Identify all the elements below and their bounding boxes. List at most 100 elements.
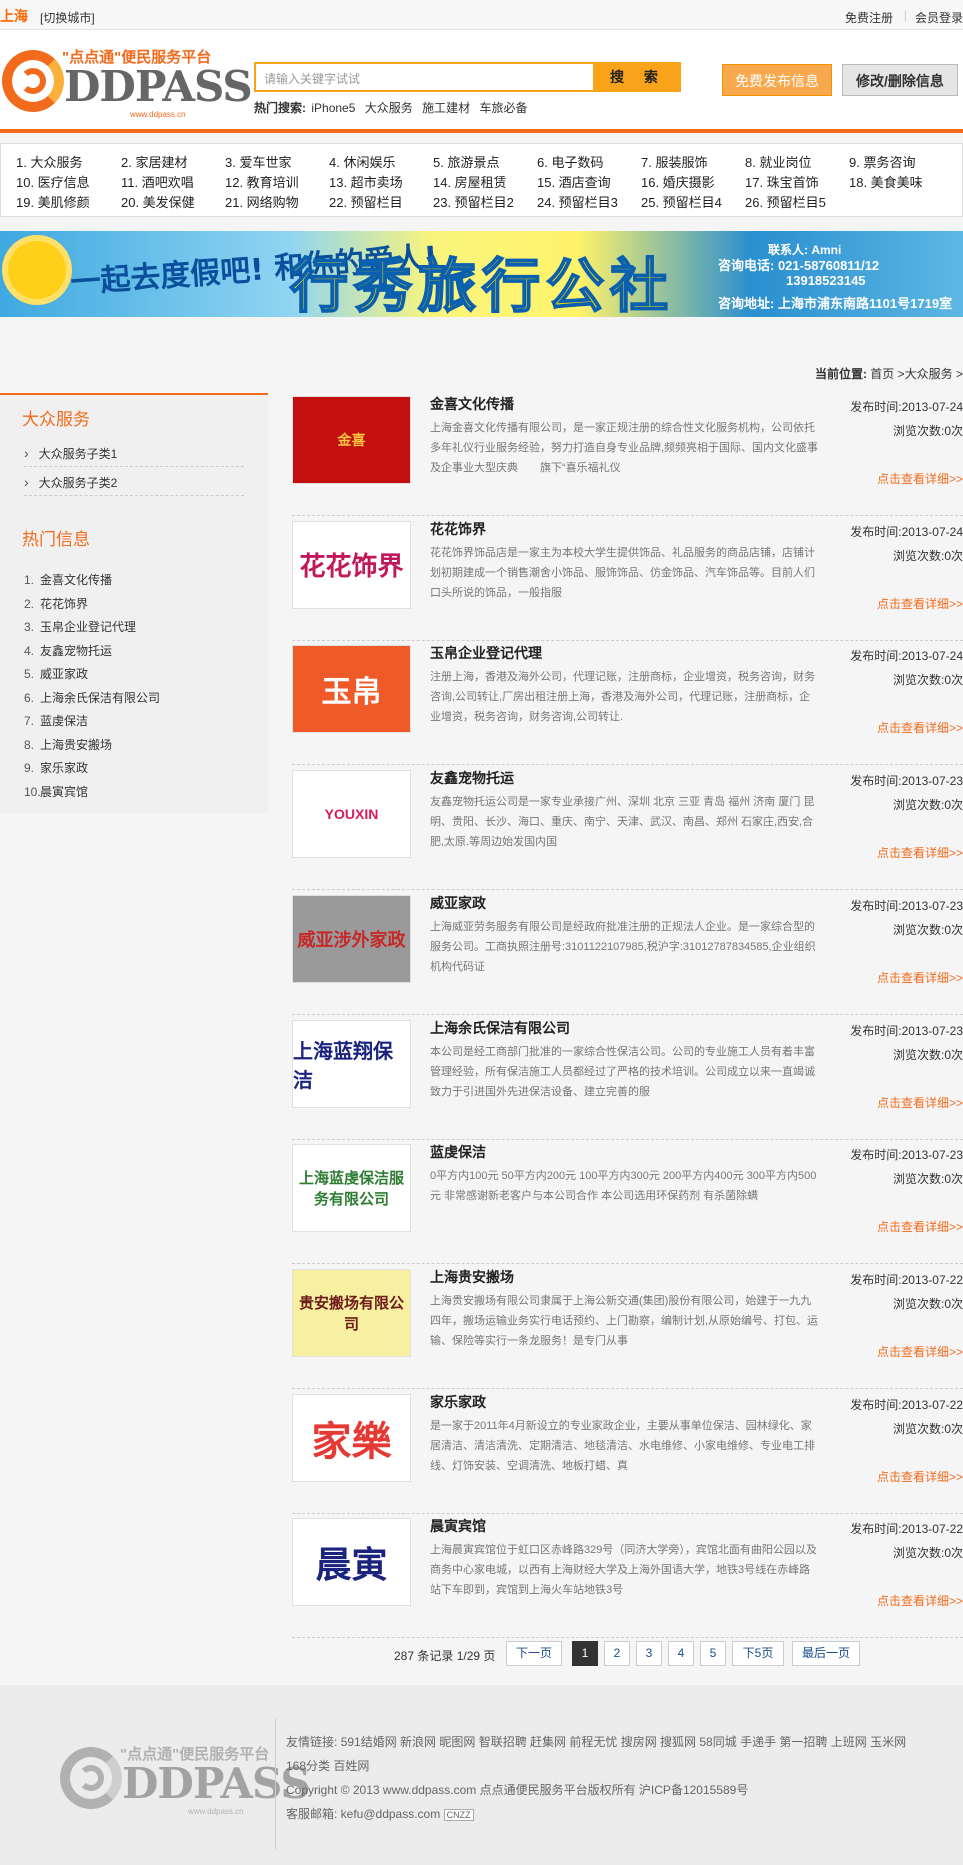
search-input[interactable]: 请输入关键字试试 (254, 62, 595, 92)
category-link[interactable]: 10. 医疗信息 (16, 172, 90, 191)
next-5-pages-button[interactable]: 下5页 (732, 1641, 784, 1666)
hot-search-term[interactable]: 车旅必备 (479, 101, 527, 115)
sidebar-sub-item[interactable]: 大众服务子类2 (24, 468, 244, 496)
hot-search-term[interactable]: iPhone5 (311, 101, 355, 115)
hot-info-label[interactable]: 蓝虔保洁 (40, 714, 88, 728)
detail-link[interactable]: 点击查看详细>> (877, 470, 963, 487)
hot-info-item[interactable]: 3. 玉帛企业登记代理 (24, 618, 136, 635)
listing-thumbnail[interactable]: 贵安搬场有限公司 (292, 1268, 411, 1357)
category-link[interactable]: 12. 教育培训 (225, 172, 299, 191)
hot-info-item[interactable]: 5. 威亚家政 (24, 665, 88, 682)
last-page-button[interactable]: 最后一页 (792, 1641, 860, 1666)
category-link[interactable]: 24. 预留栏目3 (537, 192, 618, 211)
publish-button[interactable]: 免费发布信息 (722, 64, 832, 96)
listing-title[interactable]: 上海余氏保洁有限公司 (430, 1018, 570, 1038)
detail-link[interactable]: 点击查看详细>> (877, 595, 963, 612)
breadcrumb-home[interactable]: 首页 (870, 367, 894, 381)
detail-link[interactable]: 点击查看详细>> (877, 1343, 963, 1360)
hot-search-term[interactable]: 施工建材 (422, 101, 470, 115)
listing-thumbnail[interactable]: 金喜 (292, 396, 411, 484)
friend-links[interactable]: 友情链接: 591结婚网 新浪网 昵图网 智联招聘 赶集网 前程无忧 搜房网 搜… (286, 1733, 906, 1750)
prev-page-button[interactable]: 下一页 (506, 1641, 562, 1666)
hot-info-label[interactable]: 友鑫宠物托运 (40, 644, 112, 658)
category-link[interactable]: 11. 酒吧欢唱 (121, 172, 194, 191)
category-link[interactable]: 7. 服装服饰 (641, 152, 707, 171)
category-link[interactable]: 6. 电子数码 (537, 152, 603, 171)
hot-info-item[interactable]: 6. 上海余氏保洁有限公司 (24, 689, 160, 706)
category-link[interactable]: 4. 休闲娱乐 (329, 152, 395, 171)
breadcrumb-current[interactable]: >大众服务 > (898, 367, 963, 381)
listing-title[interactable]: 家乐家政 (430, 1392, 486, 1412)
page-button[interactable]: 2 (604, 1641, 630, 1666)
category-link[interactable]: 26. 预留栏目5 (745, 192, 826, 211)
switch-city-link[interactable]: [切换城市] (40, 9, 95, 26)
category-link[interactable]: 17. 珠宝首饰 (745, 172, 819, 191)
listing-thumbnail[interactable]: 玉帛 (292, 645, 411, 734)
hot-search-term[interactable]: 大众服务 (365, 101, 413, 115)
register-link[interactable]: 免费注册 (845, 9, 893, 26)
cnzz-badge[interactable]: CNZZ (443, 1809, 474, 1821)
hot-info-label[interactable]: 晨寅宾馆 (40, 785, 88, 799)
sidebar-sub-item[interactable]: 大众服务子类1 (24, 439, 244, 467)
hot-info-label[interactable]: 玉帛企业登记代理 (40, 620, 136, 634)
category-link[interactable]: 13. 超市卖场 (329, 172, 403, 191)
site-logo[interactable]: "点点通"便民服务平台 DDPASS www.ddpass.cn (0, 46, 253, 119)
ad-banner[interactable]: 一起去度假吧! 和你的爱人! 行秀旅行公社 联系人: Amni 咨询电话: 02… (0, 231, 963, 317)
category-link[interactable]: 5. 旅游景点 (433, 152, 499, 171)
category-link[interactable]: 21. 网络购物 (225, 192, 299, 211)
hot-info-label[interactable]: 威亚家政 (40, 667, 88, 681)
detail-link[interactable]: 点击查看详细>> (877, 969, 963, 986)
category-link[interactable]: 3. 爱车世家 (225, 152, 291, 171)
category-link[interactable]: 15. 酒店查询 (537, 172, 611, 191)
listing-title[interactable]: 花花饰界 (430, 519, 486, 539)
listing-title[interactable]: 上海贵安搬场 (430, 1267, 514, 1287)
page-button[interactable]: 4 (668, 1641, 694, 1666)
detail-link[interactable]: 点击查看详细>> (877, 719, 963, 736)
hot-info-label[interactable]: 花花饰界 (40, 597, 88, 611)
page-button[interactable]: 5 (700, 1641, 726, 1666)
listing-thumbnail[interactable]: 花花饰界 (292, 520, 411, 609)
listing-title[interactable]: 友鑫宠物托运 (430, 768, 514, 788)
hot-info-item[interactable]: 9. 家乐家政 (24, 759, 88, 776)
page-button[interactable]: 1 (572, 1641, 598, 1666)
detail-link[interactable]: 点击查看详细>> (877, 844, 963, 861)
category-link[interactable]: 14. 房屋租赁 (433, 172, 507, 191)
detail-link[interactable]: 点击查看详细>> (877, 1218, 963, 1235)
hot-info-label[interactable]: 金喜文化传播 (40, 573, 112, 587)
friend-links-2[interactable]: 168分类 百姓网 (286, 1757, 369, 1774)
listing-thumbnail[interactable]: 家樂 (292, 1393, 411, 1482)
hot-info-label[interactable]: 家乐家政 (40, 761, 88, 775)
category-link[interactable]: 9. 票务咨询 (849, 152, 915, 171)
listing-title[interactable]: 晨寅宾馆 (430, 1516, 486, 1536)
hot-info-item[interactable]: 2. 花花饰界 (24, 595, 88, 612)
hot-info-label[interactable]: 上海余氏保洁有限公司 (40, 691, 160, 705)
listing-thumbnail[interactable]: 上海蓝虔保洁服务有限公司 (292, 1144, 411, 1233)
detail-link[interactable]: 点击查看详细>> (877, 1592, 963, 1609)
category-link[interactable]: 18. 美食美味 (849, 172, 923, 191)
footer-logo[interactable]: "点点通"便民服务平台 DDPASS www.ddpass.cn (58, 1743, 311, 1816)
hot-info-item[interactable]: 7. 蓝虔保洁 (24, 712, 88, 729)
listing-thumbnail[interactable]: 威亚涉外家政 (292, 894, 411, 983)
category-link[interactable]: 8. 就业岗位 (745, 152, 811, 171)
listing-thumbnail[interactable]: 晨寅 (292, 1518, 411, 1607)
login-link[interactable]: 会员登录 (915, 9, 963, 26)
category-link[interactable]: 19. 美肌修颜 (16, 192, 90, 211)
search-button[interactable]: 搜 索 (595, 62, 681, 92)
category-link[interactable]: 25. 预留栏目4 (641, 192, 722, 211)
hot-info-item[interactable]: 4. 友鑫宠物托运 (24, 642, 112, 659)
category-link[interactable]: 20. 美发保健 (121, 192, 195, 211)
listing-title[interactable]: 玉帛企业登记代理 (430, 643, 542, 663)
modify-button[interactable]: 修改/删除信息 (842, 64, 958, 96)
category-link[interactable]: 23. 预留栏目2 (433, 192, 514, 211)
listing-thumbnail[interactable]: YOUXIN (292, 770, 411, 859)
hot-info-item[interactable]: 8. 上海贵安搬场 (24, 736, 112, 753)
listing-title[interactable]: 金喜文化传播 (430, 394, 514, 414)
page-button[interactable]: 3 (636, 1641, 662, 1666)
category-link[interactable]: 1. 大众服务 (16, 152, 82, 171)
hot-info-item[interactable]: 10.晨寅宾馆 (24, 783, 88, 800)
listing-title[interactable]: 蓝虔保洁 (430, 1142, 486, 1162)
hot-info-label[interactable]: 上海贵安搬场 (40, 738, 112, 752)
listing-thumbnail[interactable]: 上海蓝翔保洁 (292, 1019, 411, 1108)
category-link[interactable]: 16. 婚庆摄影 (641, 172, 715, 191)
listing-title[interactable]: 威亚家政 (430, 893, 486, 913)
